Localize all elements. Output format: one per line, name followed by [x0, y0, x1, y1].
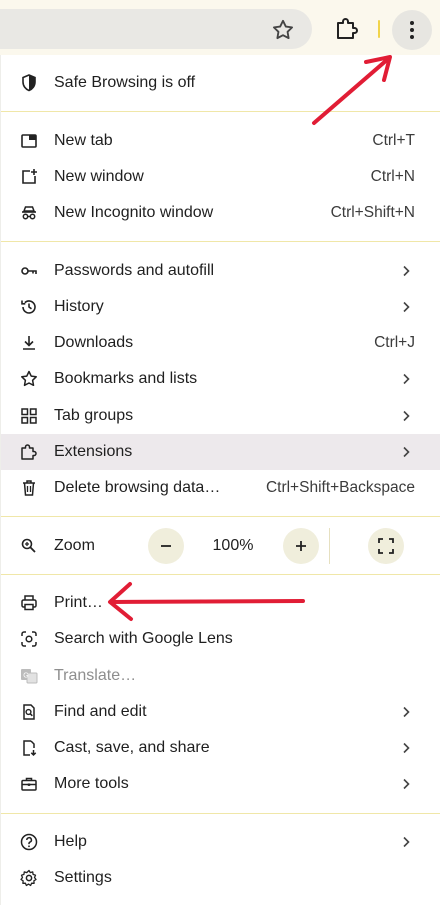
menu-item-label: Safe Browsing is off — [54, 74, 196, 91]
menu-item-new-incognito[interactable]: New Incognito window Ctrl+Shift+N — [1, 195, 440, 231]
shield-icon — [19, 73, 39, 93]
menu-item-find-edit[interactable]: Find and edit — [1, 694, 440, 730]
svg-text:G: G — [23, 673, 28, 680]
menu-item-translate[interactable]: G Translate… — [1, 658, 440, 694]
zoom-level: 100% — [212, 537, 254, 554]
menu-item-help[interactable]: Help — [1, 824, 440, 860]
incognito-icon — [19, 203, 39, 223]
new-window-icon — [19, 167, 39, 187]
zoom-divider — [329, 528, 330, 564]
menu-item-more-tools[interactable]: More tools — [1, 766, 440, 802]
menu-item-label: New tab — [54, 132, 113, 149]
menu-item-label: New Incognito window — [54, 204, 214, 221]
menu-item-label: Find and edit — [54, 703, 147, 720]
separator — [1, 574, 440, 575]
menu-item-label: Downloads — [54, 334, 134, 351]
tab-groups-icon — [19, 406, 39, 426]
menu-item-label: Zoom — [54, 537, 95, 554]
chevron-right-icon — [399, 445, 413, 459]
translate-icon: G — [19, 666, 39, 686]
chevron-right-icon — [399, 372, 413, 386]
menu-item-label: Cast, save, and share — [54, 739, 210, 756]
trash-icon — [19, 478, 39, 498]
menu-item-settings[interactable]: Settings — [1, 860, 440, 896]
chevron-right-icon — [399, 409, 413, 423]
menu-item-downloads[interactable]: Downloads Ctrl+J — [1, 325, 440, 361]
star-icon — [19, 369, 39, 389]
shortcut-label: Ctrl+Shift+N — [330, 204, 415, 221]
toolbox-icon — [19, 774, 39, 794]
menu-item-label: History — [54, 298, 104, 315]
menu-item-label: Translate… — [54, 667, 137, 684]
menu-item-history[interactable]: History — [1, 289, 440, 325]
zoom-in-button[interactable] — [283, 528, 319, 564]
chevron-right-icon — [399, 777, 413, 791]
address-bar[interactable] — [0, 9, 312, 49]
gear-icon — [19, 868, 39, 888]
menu-item-label: Search with Google Lens — [54, 630, 233, 647]
menu-item-label: Delete browsing data… — [54, 479, 221, 496]
zoom-out-button[interactable] — [148, 528, 184, 564]
find-in-page-icon — [19, 702, 39, 722]
menu-item-label: More tools — [54, 775, 129, 792]
menu-item-bookmarks[interactable]: Bookmarks and lists — [1, 361, 440, 397]
separator — [1, 111, 440, 112]
bookmark-star-icon[interactable] — [270, 17, 296, 43]
browser-toolbar — [0, 0, 440, 56]
shortcut-label: Ctrl+T — [372, 132, 415, 149]
menu-item-label: Bookmarks and lists — [54, 370, 198, 387]
menu-item-cast-save-share[interactable]: Cast, save, and share — [1, 730, 440, 766]
menu-item-print[interactable]: Print… — [1, 585, 440, 621]
help-icon — [19, 832, 39, 852]
separator — [1, 813, 440, 814]
menu-item-zoom: Zoom 100% — [1, 528, 440, 564]
shortcut-label: Ctrl+N — [370, 168, 415, 185]
lens-icon — [19, 629, 39, 649]
chevron-right-icon — [399, 705, 413, 719]
chevron-right-icon — [399, 300, 413, 314]
separator — [1, 516, 440, 517]
fullscreen-button[interactable] — [368, 528, 404, 564]
separator — [1, 241, 440, 242]
menu-item-safe-browsing[interactable]: Safe Browsing is off — [1, 65, 440, 101]
chevron-right-icon — [399, 835, 413, 849]
download-icon — [19, 333, 39, 353]
history-icon — [19, 297, 39, 317]
menu-item-label: New window — [54, 168, 144, 185]
zoom-icon — [19, 536, 39, 556]
new-tab-icon — [19, 131, 39, 151]
puzzle-icon[interactable] — [330, 13, 362, 45]
menu-item-label: Tab groups — [54, 407, 134, 424]
menu-item-delete-browsing-data[interactable]: Delete browsing data… Ctrl+Shift+Backspa… — [1, 470, 440, 506]
menu-item-label: Print… — [54, 594, 103, 611]
toolbar-divider — [378, 20, 380, 38]
menu-item-tab-groups[interactable]: Tab groups — [1, 398, 440, 434]
menu-item-new-window[interactable]: New window Ctrl+N — [1, 159, 440, 195]
puzzle-icon — [19, 442, 39, 462]
menu-item-google-lens[interactable]: Search with Google Lens — [1, 621, 440, 657]
menu-item-extensions[interactable]: Extensions — [1, 434, 440, 470]
shortcut-label: Ctrl+J — [374, 334, 415, 351]
menu-item-new-tab[interactable]: New tab Ctrl+T — [1, 123, 440, 159]
shortcut-label: Ctrl+Shift+Backspace — [265, 479, 415, 496]
key-icon — [19, 261, 39, 281]
menu-item-label: Settings — [54, 869, 112, 886]
chevron-right-icon — [399, 264, 413, 278]
printer-icon — [19, 593, 39, 613]
chrome-main-menu: Safe Browsing is off New tab Ctrl+T New … — [0, 55, 440, 905]
menu-item-label: Passwords and autofill — [54, 262, 215, 279]
three-dot-menu-icon[interactable] — [392, 10, 432, 50]
chevron-right-icon — [399, 741, 413, 755]
menu-item-label: Extensions — [54, 443, 133, 460]
menu-item-passwords[interactable]: Passwords and autofill — [1, 253, 440, 289]
menu-item-label: Help — [54, 833, 87, 850]
cast-save-icon — [19, 738, 39, 758]
